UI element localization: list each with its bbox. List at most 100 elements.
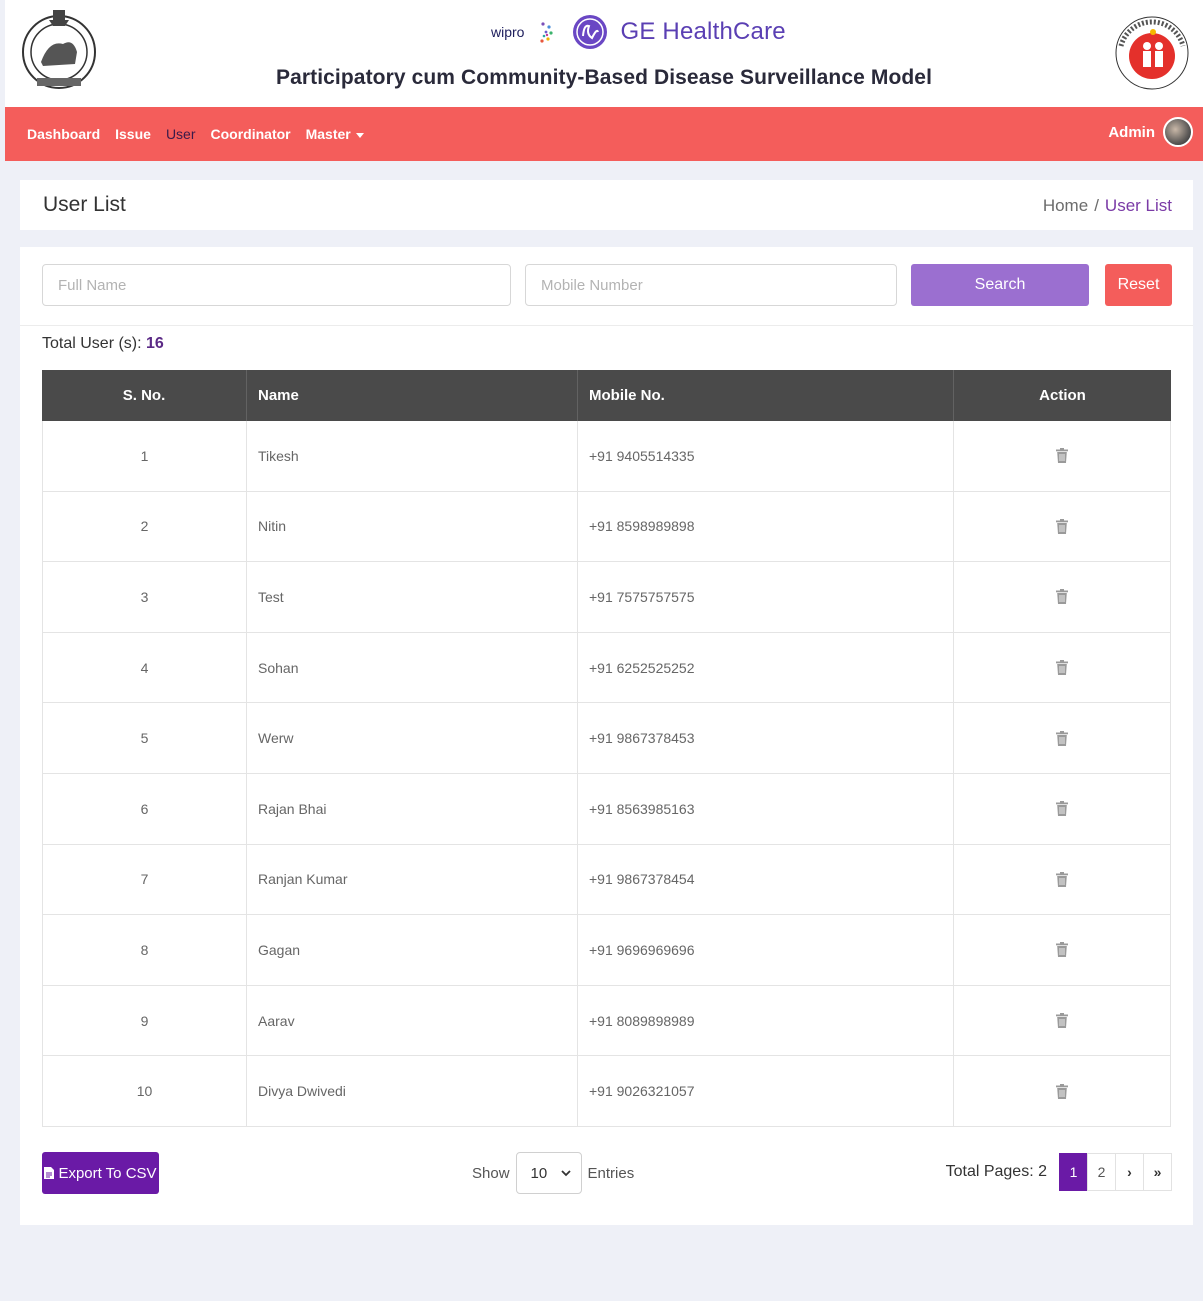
cell-name: Werw (247, 703, 578, 773)
cell-name: Aarav (247, 985, 578, 1056)
column-header-name[interactable]: Name (247, 370, 578, 421)
cell-mobile: +91 8598989898 (578, 491, 954, 562)
cell-action (954, 915, 1170, 985)
cell-action (954, 986, 1170, 1056)
trash-icon[interactable] (1056, 660, 1068, 676)
total-pages-label: Total Pages: 2 (945, 1163, 1047, 1180)
cell-mobile: +91 9867378454 (578, 844, 954, 915)
wipro-dots-icon (540, 22, 554, 43)
cell-action (954, 1056, 1170, 1126)
cell-sno: 10 (43, 1056, 247, 1126)
breadcrumb-separator: / (1094, 196, 1099, 215)
nav-item-master-dropdown[interactable]: Master (306, 126, 364, 142)
page-size-control: Show 10 Entries (472, 1152, 634, 1194)
export-csv-button[interactable]: Export To CSV (42, 1152, 159, 1194)
nav-item-coordinator[interactable]: Coordinator (211, 126, 291, 142)
avatar (1163, 117, 1193, 147)
divider (20, 325, 1193, 326)
nav-item-user[interactable]: User (166, 126, 196, 142)
nav-item-issue[interactable]: Issue (115, 126, 151, 142)
entries-value: 10 (530, 1164, 548, 1182)
next-page-button[interactable]: › (1115, 1153, 1144, 1191)
cell-name: Sohan (247, 632, 578, 703)
total-users-count: 16 (146, 335, 164, 352)
cell-mobile: +91 9867378453 (578, 703, 954, 773)
site-header: wipro GE HealthCare Participatory cum Co… (5, 0, 1203, 107)
reset-button[interactable]: Reset (1105, 264, 1172, 306)
total-users: Total User (s): 16 (42, 335, 164, 353)
trash-icon[interactable] (1056, 518, 1068, 534)
partner-logos: wipro GE HealthCare (491, 8, 786, 56)
cell-mobile: +91 9696969696 (578, 915, 954, 985)
user-name: Admin (1108, 123, 1155, 141)
full-name-input[interactable]: Full Name (42, 264, 511, 306)
trash-icon[interactable] (1056, 1013, 1068, 1029)
breadcrumb-current: User List (1104, 196, 1172, 215)
last-page-button[interactable]: » (1143, 1153, 1172, 1191)
table-row: 2 Nitin +91 8598989898 (42, 491, 1171, 563)
cell-sno: 6 (43, 773, 247, 844)
table-header: S. No. Name Mobile No. Action (42, 370, 1171, 421)
table-row: 4 Sohan +91 6252525252 (42, 632, 1171, 704)
mobile-number-input[interactable]: Mobile Number (525, 264, 897, 306)
main-navbar: Dashboard Issue User Coordinator Master … (5, 107, 1203, 161)
cell-action (954, 703, 1170, 773)
trash-icon[interactable] (1056, 730, 1068, 746)
table-row: 7 Ranjan Kumar +91 9867378454 (42, 844, 1171, 916)
cell-name: Divya Dwivedi (247, 1056, 578, 1126)
search-button[interactable]: Search (911, 264, 1089, 306)
table-row: 9 Aarav +91 8089898989 (42, 985, 1171, 1057)
table-row: 3 Test +91 7575757575 (42, 562, 1171, 633)
cell-sno: 2 (43, 491, 247, 562)
trash-icon[interactable] (1056, 871, 1068, 887)
cell-action (954, 562, 1170, 632)
trash-icon[interactable] (1056, 1083, 1068, 1099)
trash-icon[interactable] (1056, 942, 1068, 958)
cell-sno: 4 (43, 632, 247, 703)
column-header-sno[interactable]: S. No. (42, 370, 247, 421)
table-row: 1 Tikesh +91 9405514335 (42, 421, 1171, 492)
site-title: Participatory cum Community-Based Diseas… (275, 66, 933, 89)
trash-icon[interactable] (1056, 589, 1068, 605)
national-health-mission-logo (1115, 16, 1189, 90)
cell-action (954, 633, 1170, 703)
total-users-label: Total User (s): (42, 335, 142, 352)
table-row: 6 Rajan Bhai +91 8563985163 (42, 773, 1171, 845)
cell-sno: 3 (43, 562, 247, 632)
entries-select[interactable]: 10 (515, 1152, 582, 1194)
user-menu[interactable]: Admin (1108, 117, 1193, 147)
cell-mobile: +91 9405514335 (578, 421, 954, 491)
cell-action (954, 774, 1170, 844)
cell-name: Rajan Bhai (247, 773, 578, 844)
column-header-mobile[interactable]: Mobile No. (578, 370, 954, 421)
page-1-button[interactable]: 1 (1059, 1153, 1088, 1191)
trash-icon[interactable] (1056, 801, 1068, 817)
file-icon (44, 1167, 55, 1179)
nav-item-master-label: Master (305, 126, 351, 142)
nav-menu: Dashboard Issue User Coordinator Master (27, 126, 364, 142)
chevron-down-icon (560, 1169, 571, 1176)
trash-icon[interactable] (1056, 448, 1068, 464)
cell-mobile: +91 8563985163 (578, 773, 954, 844)
ge-monogram-icon (573, 15, 608, 49)
ge-healthcare-logo: GE HealthCare (620, 18, 786, 45)
users-table: S. No. Name Mobile No. Action 1 Tikesh +91… (42, 370, 1171, 1127)
table-row: 10 Divya Dwivedi +91 9026321057 (42, 1056, 1171, 1127)
caret-down-icon (355, 132, 364, 138)
user-list-card: Full Name Mobile Number Search Reset Tot… (20, 247, 1193, 1225)
cell-sno: 9 (43, 985, 247, 1056)
cell-sno: 7 (43, 844, 247, 915)
export-csv-label: Export To CSV (58, 1164, 157, 1182)
show-label: Show (472, 1164, 510, 1182)
cell-action (954, 845, 1170, 915)
page-2-button[interactable]: 2 (1087, 1153, 1116, 1191)
cell-name: Gagan (247, 915, 578, 985)
wipro-logo: wipro (491, 24, 525, 40)
table-row: 8 Gagan +91 9696969696 (42, 915, 1171, 986)
nav-item-dashboard[interactable]: Dashboard (27, 126, 100, 142)
cell-name: Ranjan Kumar (247, 844, 578, 915)
cell-name: Nitin (247, 491, 578, 562)
breadcrumb-home[interactable]: Home (1043, 196, 1088, 215)
cell-action (954, 492, 1170, 562)
table-row: 5 Werw +91 9867378453 (42, 703, 1171, 774)
